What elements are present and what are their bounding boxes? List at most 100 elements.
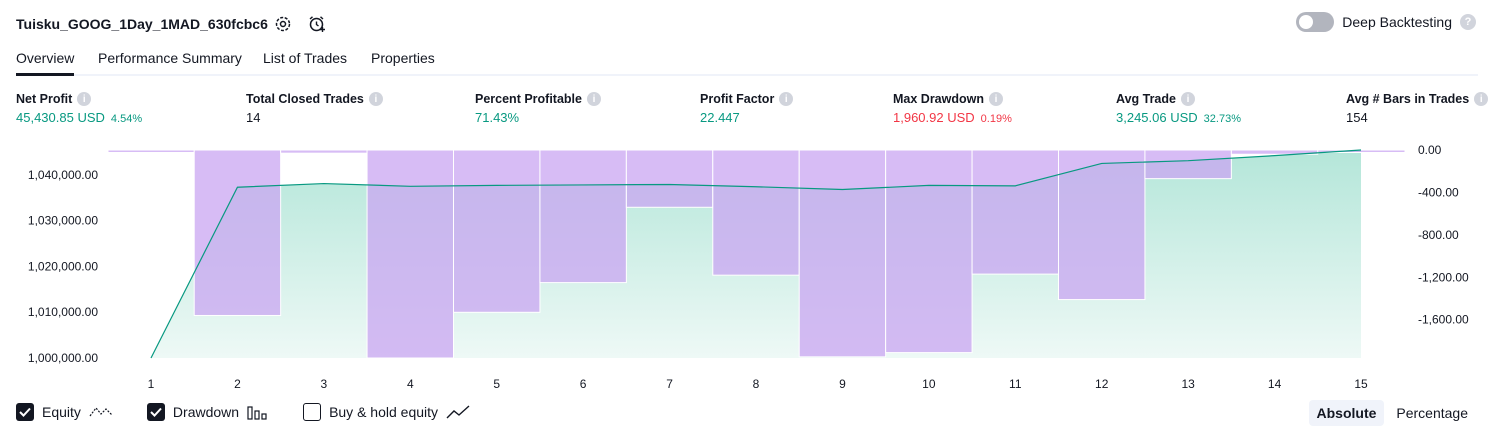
x-axis-tick: 5	[493, 377, 500, 391]
settings-icon[interactable]	[272, 13, 294, 35]
x-axis-tick: 12	[1095, 377, 1109, 391]
stat-value: 154	[1346, 110, 1368, 125]
drawdown-bar	[280, 149, 368, 154]
report-tabs: Overview Performance Summary List of Tra…	[16, 46, 1478, 76]
buy-hold-line-icon	[446, 405, 470, 419]
drawdown-bar	[107, 149, 195, 153]
tab-overview[interactable]: Overview	[16, 50, 75, 76]
info-icon[interactable]: i	[989, 92, 1003, 106]
deep-backtesting-toggle[interactable]	[1296, 12, 1335, 32]
stat-value: 1,960.92 USD	[893, 110, 975, 125]
buy-hold-checkbox[interactable]	[303, 403, 322, 421]
drawdown-bar	[366, 149, 455, 359]
left-axis-tick: 1,020,000.00	[28, 259, 98, 273]
drawdown-bars-icon	[247, 406, 267, 420]
stat-percent: 32.73%	[1203, 113, 1241, 125]
drawdown-bar	[1144, 149, 1232, 180]
info-icon[interactable]: i	[77, 92, 92, 106]
stat-value: 71.43%	[475, 110, 520, 125]
drawdown-bar	[453, 149, 541, 313]
chart-legend: Equity Drawdown Buy & hold equity	[16, 403, 504, 421]
stat-net-profit: Net Profit i 45,430.85 USD 4.54%	[16, 92, 142, 125]
legend-buy-hold[interactable]: Buy & hold equity	[303, 403, 470, 421]
equity-drawdown-chart: 1,000,000.00 1,010,000.00 1,020,000.00 1,03…	[28, 143, 1469, 391]
stat-label: Avg Trade	[1116, 92, 1176, 106]
report-header: Tuisku_GOOG_1Day_1MAD_630fcbc6 Deep Back…	[0, 0, 1494, 46]
drawdown-bar	[798, 149, 887, 358]
legend-label: Equity	[42, 404, 81, 420]
right-axis-tick: -400.00	[1418, 185, 1459, 199]
x-axis-tick: 1	[148, 377, 155, 391]
info-icon[interactable]: i	[586, 92, 601, 106]
stat-percent: 4.54%	[110, 113, 143, 125]
x-axis-tick: 7	[666, 377, 673, 391]
drawdown-bar	[625, 149, 714, 208]
stat-value: 14	[246, 110, 261, 125]
info-icon[interactable]: i	[1474, 92, 1489, 106]
deep-backtesting: Deep Backtesting ?	[1296, 12, 1476, 32]
drawdown-bar	[712, 149, 800, 276]
stat-value: 45,430.85 USD	[16, 110, 105, 125]
add-alert-icon[interactable]	[306, 13, 328, 35]
x-axis-tick: 9	[839, 377, 846, 391]
info-icon[interactable]: i	[368, 92, 383, 106]
percentage-button[interactable]: Percentage	[1388, 400, 1476, 426]
strategy-title: Tuisku_GOOG_1Day_1MAD_630fcbc6	[16, 16, 268, 32]
stat-avg-bars: Avg # Bars in Trades i 154	[1346, 92, 1489, 125]
stat-avg-trade: Avg Trade i 3,245.06 USD 32.73%	[1116, 92, 1241, 125]
stat-value: 3,245.06 USD	[1116, 110, 1198, 125]
x-axis-tick: 10	[922, 377, 936, 391]
drawdown-bar	[885, 149, 973, 354]
absolute-button[interactable]: Absolute	[1308, 400, 1385, 426]
x-axis-tick: 13	[1181, 377, 1195, 391]
stat-max-drawdown: Max Drawdown i 1,960.92 USD 0.19%	[893, 92, 1012, 125]
right-axis-tick: -1,200.00	[1418, 270, 1469, 284]
drawdown-bar	[193, 149, 282, 316]
stat-percent: 0.19%	[980, 113, 1012, 125]
x-axis-tick: 14	[1268, 377, 1282, 391]
stat-label: Total Closed Trades	[246, 92, 364, 106]
stat-value: 22.447	[700, 110, 740, 125]
x-axis-tick: 2	[234, 377, 241, 391]
left-axis-tick: 1,000,000.00	[28, 351, 98, 365]
tab-properties[interactable]: Properties	[371, 50, 435, 76]
stat-label: Avg # Bars in Trades	[1346, 92, 1470, 106]
stats-row: Net Profit i 45,430.85 USD 4.54% Total Clo…	[0, 92, 1494, 132]
legend-drawdown[interactable]: Drawdown	[146, 403, 269, 421]
x-axis-tick: 11	[1009, 377, 1022, 391]
legend-equity[interactable]: Equity	[16, 403, 113, 421]
x-axis-tick: 4	[407, 377, 414, 391]
info-icon[interactable]: i	[779, 92, 794, 106]
value-mode-switch: Absolute Percentage	[1308, 400, 1477, 426]
stat-label: Net Profit	[16, 92, 73, 106]
x-axis-tick: 8	[753, 377, 760, 391]
tab-performance-summary[interactable]: Performance Summary	[98, 50, 242, 76]
right-axis-tick: -800.00	[1418, 228, 1459, 242]
left-axis-tick: 1,030,000.00	[28, 214, 98, 228]
drawdown-checkbox[interactable]	[146, 403, 165, 421]
equity-line-icon	[89, 407, 113, 417]
left-axis-tick: 1,040,000.00	[28, 168, 98, 182]
stat-profit-factor: Profit Factor i 22.447	[700, 92, 794, 125]
right-axis-tick: -1,600.00	[1418, 313, 1469, 327]
equity-checkbox[interactable]	[16, 403, 34, 421]
stat-percent-profitable: Percent Profitable i 71.43%	[475, 92, 601, 125]
tab-list-of-trades[interactable]: List of Trades	[263, 50, 347, 76]
deep-backtesting-label: Deep Backtesting	[1342, 14, 1452, 30]
x-axis-tick: 3	[321, 377, 328, 391]
legend-label: Buy & hold equity	[329, 404, 439, 420]
drawdown-bar	[971, 149, 1059, 275]
help-icon[interactable]: ?	[1460, 14, 1476, 30]
drawdown-bar	[1058, 149, 1146, 301]
info-icon[interactable]: i	[1180, 92, 1195, 106]
right-axis-tick: 0.00	[1418, 143, 1442, 157]
x-axis-tick: 6	[580, 377, 587, 391]
stat-label: Percent Profitable	[475, 92, 582, 106]
stat-label: Max Drawdown	[893, 92, 984, 106]
left-axis-tick: 1,010,000.00	[28, 305, 98, 319]
drawdown-bar	[539, 149, 627, 284]
legend-label: Drawdown	[172, 404, 240, 420]
stat-label: Profit Factor	[700, 92, 775, 106]
x-axis-tick: 15	[1354, 377, 1368, 391]
stat-total-closed-trades: Total Closed Trades i 14	[246, 92, 383, 125]
